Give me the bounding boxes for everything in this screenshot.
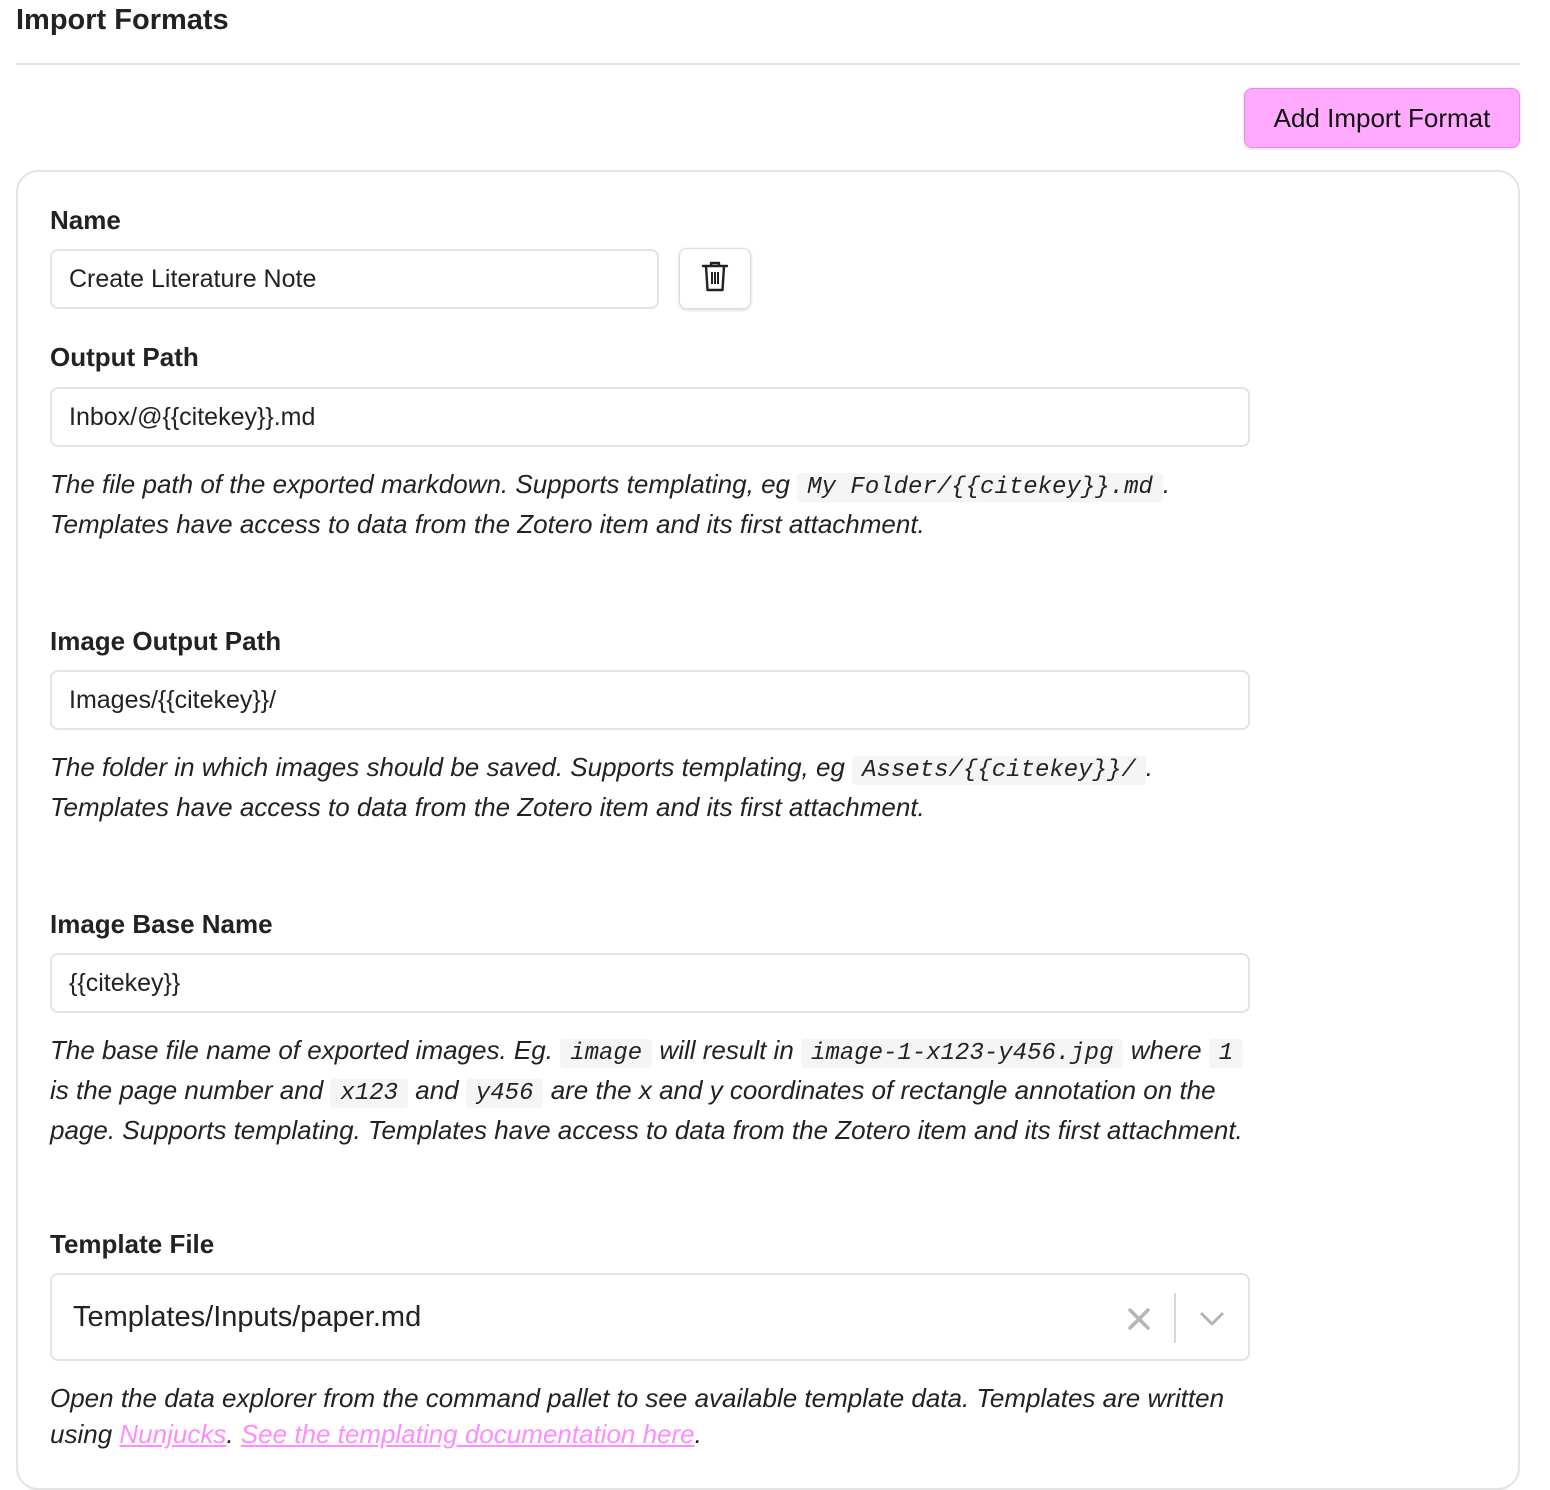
image-output-path-example-code: Assets/{{citekey}}/ bbox=[852, 756, 1146, 785]
nunjucks-link[interactable]: Nunjucks bbox=[119, 1419, 226, 1449]
delete-format-button[interactable] bbox=[679, 248, 751, 309]
y-coordinate-code: y456 bbox=[465, 1079, 544, 1108]
add-import-format-button[interactable]: Add Import Format bbox=[1244, 88, 1520, 148]
trash-icon bbox=[700, 259, 730, 298]
output-path-description: The file path of the exported markdown. … bbox=[50, 469, 1171, 539]
close-icon[interactable] bbox=[1125, 1305, 1153, 1333]
output-path-example-code: My Folder/{{citekey}}.md bbox=[797, 473, 1163, 502]
image-base-name-description: The base file name of exported images. E… bbox=[50, 1035, 1244, 1145]
page-title: Import Formats bbox=[16, 4, 229, 36]
page-number-code: 1 bbox=[1208, 1039, 1244, 1068]
template-file-description: Open the data explorer from the command … bbox=[50, 1383, 1225, 1449]
divider bbox=[16, 63, 1520, 65]
chevron-down-icon[interactable] bbox=[1197, 1305, 1227, 1333]
template-file-label: Template File bbox=[50, 1229, 215, 1259]
template-file-select[interactable]: Templates/Inputs/paper.md bbox=[50, 1273, 1250, 1361]
name-input[interactable] bbox=[50, 249, 659, 309]
image-output-path-label: Image Output Path bbox=[50, 626, 282, 656]
image-base-name-label: Image Base Name bbox=[50, 909, 273, 939]
template-file-value: Templates/Inputs/paper.md bbox=[73, 1301, 422, 1333]
image-result-example-code: image-1-x123-y456.jpg bbox=[801, 1039, 1124, 1068]
templating-docs-link[interactable]: See the templating documentation here bbox=[241, 1419, 695, 1449]
image-output-path-description: The folder in which images should be sav… bbox=[50, 752, 1154, 822]
output-path-label: Output Path bbox=[50, 342, 199, 372]
image-base-example-code: image bbox=[560, 1039, 653, 1068]
output-path-input[interactable] bbox=[50, 387, 1250, 447]
select-separator bbox=[1174, 1293, 1176, 1343]
image-base-name-input[interactable] bbox=[50, 953, 1250, 1013]
x-coordinate-code: x123 bbox=[330, 1079, 409, 1108]
name-label: Name bbox=[50, 205, 121, 235]
image-output-path-input[interactable] bbox=[50, 670, 1250, 730]
